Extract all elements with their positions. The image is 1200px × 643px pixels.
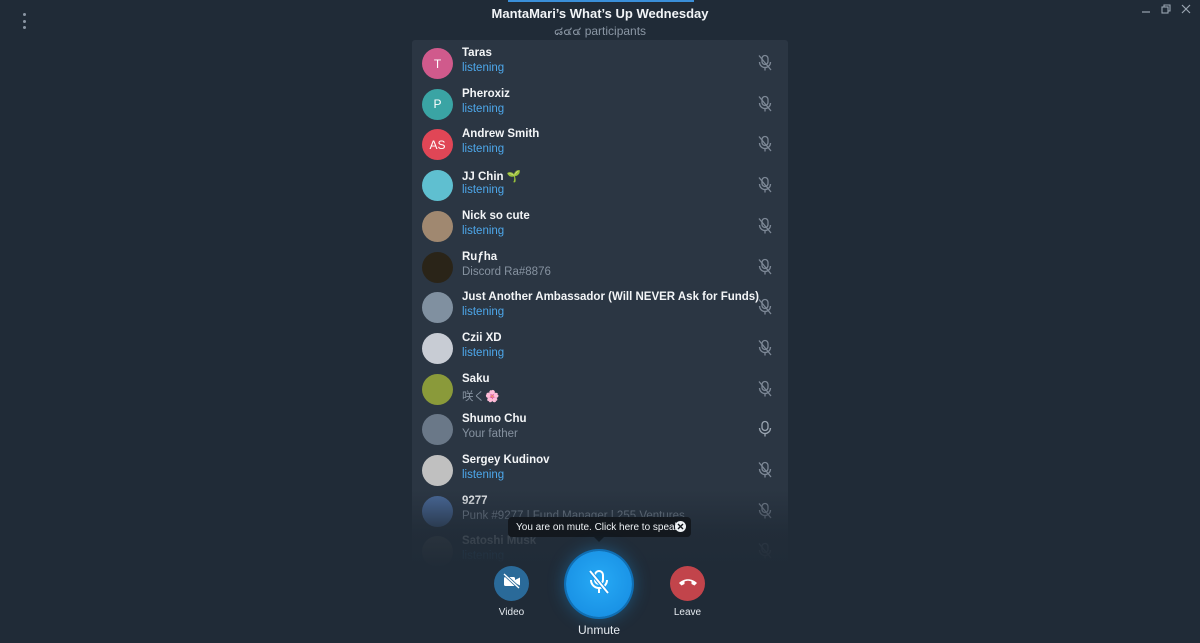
- mic-off-icon: [586, 568, 612, 601]
- mute-tooltip[interactable]: You are on mute. Click here to speak.: [508, 517, 691, 542]
- participant-row[interactable]: P Pheroxiz listening: [412, 85, 788, 125]
- participant-name: Nick so cute: [462, 209, 530, 222]
- avatar: AS: [422, 129, 453, 161]
- call-header: MantaMari’s What’s Up Wednesday ๘๔๔ part…: [0, 6, 1200, 41]
- unmute-label: Unmute: [577, 623, 621, 637]
- participant-status: 咲く🌸: [462, 390, 500, 403]
- mic-off-icon[interactable]: [757, 176, 773, 194]
- participant-status: listening: [462, 184, 505, 197]
- participant-status: listening: [462, 306, 505, 319]
- participant-name: Just Another Ambassador (Will NEVER Ask …: [462, 291, 760, 304]
- participant-status: listening: [462, 143, 505, 156]
- avatar: P: [422, 88, 453, 120]
- mic-off-icon[interactable]: [757, 339, 773, 357]
- avatar: T: [422, 48, 453, 79]
- leave-button[interactable]: [670, 566, 705, 601]
- unmute-button[interactable]: [566, 551, 632, 617]
- mic-off-icon[interactable]: [757, 461, 773, 479]
- avatar: [422, 414, 453, 446]
- participant-name: Shumo Chu: [462, 413, 527, 426]
- participant-status: listening: [462, 102, 505, 115]
- mic-off-icon[interactable]: [757, 217, 773, 235]
- mic-off-icon[interactable]: [757, 298, 773, 316]
- participant-row[interactable]: Shumo Chu Your father: [412, 410, 788, 450]
- video-control: Video: [494, 566, 529, 618]
- participant-row[interactable]: Nick so cute listening: [412, 207, 788, 247]
- avatar: [422, 170, 453, 202]
- participant-row[interactable]: AS Andrew Smith listening: [412, 125, 788, 165]
- participant-name: Saku: [462, 372, 490, 385]
- participant-status: listening: [462, 469, 505, 481]
- participant-status: Your father: [462, 428, 518, 441]
- leave-label: Leave: [673, 607, 702, 618]
- participants-count: ๘๔๔ participants: [553, 24, 647, 38]
- mic-off-icon[interactable]: [757, 258, 773, 276]
- avatar: [422, 455, 453, 486]
- participant-name: Ruƒha: [462, 250, 498, 263]
- participant-status: listening: [462, 346, 505, 359]
- video-off-icon: [502, 572, 522, 594]
- participant-row[interactable]: Saku 咲く🌸: [412, 370, 788, 410]
- video-label: Video: [498, 607, 525, 618]
- participants-list[interactable]: T Taras listening P Pheroxiz listening AS Andre…: [412, 40, 788, 568]
- avatar: [422, 332, 453, 364]
- participant-row[interactable]: T Taras listening: [412, 44, 788, 84]
- close-circle-icon[interactable]: [675, 521, 686, 532]
- participant-name: JJ Chin 🌱: [462, 171, 522, 184]
- participant-name: Taras: [462, 47, 492, 59]
- participant-row[interactable]: JJ Chin 🌱 listening: [412, 166, 788, 206]
- avatar: [422, 210, 453, 242]
- participant-status: listening: [462, 62, 505, 74]
- leave-control: Leave: [670, 566, 705, 618]
- participant-name: Sergey Kudinov: [462, 454, 550, 466]
- participant-row[interactable]: Ruƒha Discord Ra#8876: [412, 248, 788, 288]
- mic-off-icon[interactable]: [757, 135, 773, 153]
- participant-row[interactable]: Sergey Kudinov listening: [412, 451, 788, 491]
- mic-off-icon[interactable]: [757, 380, 773, 398]
- participant-status: Discord Ra#8876: [462, 265, 551, 278]
- participant-name: Czii XD: [462, 331, 502, 344]
- participant-row[interactable]: Czii XD listening: [412, 329, 788, 369]
- phone-hangup-icon: [678, 575, 698, 593]
- mute-tooltip-text: You are on mute. Click here to speak.: [516, 521, 683, 533]
- participant-name: Pheroxiz: [462, 87, 510, 100]
- unmute-control: Unmute: [566, 551, 632, 637]
- mic-off-icon[interactable]: [757, 95, 773, 113]
- mic-off-icon[interactable]: [757, 54, 773, 72]
- participant-row[interactable]: Just Another Ambassador (Will NEVER Ask …: [412, 288, 788, 328]
- title-accent-bar: [508, 0, 694, 2]
- avatar: [422, 292, 453, 324]
- call-title: MantaMari’s What’s Up Wednesday: [491, 6, 709, 21]
- participant-status: listening: [462, 224, 505, 237]
- video-button[interactable]: [494, 566, 529, 601]
- avatar: [422, 251, 453, 283]
- avatar: [422, 373, 453, 405]
- participant-name: Andrew Smith: [462, 128, 540, 141]
- mic-icon[interactable]: [757, 420, 773, 438]
